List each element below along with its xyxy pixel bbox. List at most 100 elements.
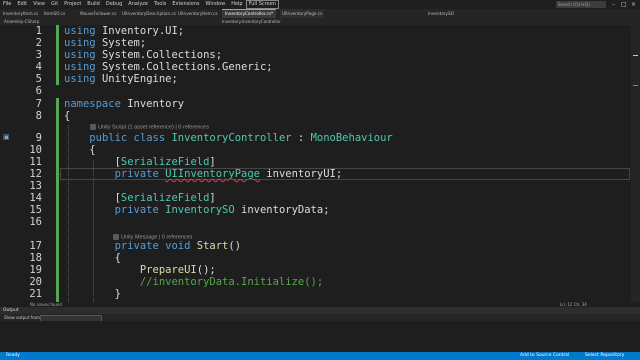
status-bar: Ready Add to Source Control Select Repos…	[0, 352, 640, 360]
code-line[interactable]: 13	[0, 180, 630, 192]
unity-icon	[90, 124, 96, 130]
vertical-scrollbar[interactable]	[631, 25, 640, 302]
code-token: ]	[209, 192, 216, 204]
code-line[interactable]: 7 namespace Inventory	[0, 98, 630, 110]
code-token: UnityEngine;	[101, 73, 178, 85]
tab-inventoryitem[interactable]: InventoryItem.cs	[3, 9, 38, 18]
search-input[interactable]: Search (Ctrl+Q)	[556, 1, 606, 8]
menu-build[interactable]: Build	[84, 0, 103, 9]
menu-project[interactable]: Project	[61, 0, 84, 9]
tab-uiinventorypage[interactable]: UIInventoryPage.cs	[280, 9, 325, 18]
code-text: private void Start()	[64, 240, 241, 252]
code-line[interactable]: 4 using System.Collections.Generic;	[0, 61, 630, 73]
code-line[interactable]: 10 {	[0, 144, 630, 156]
codelens-class[interactable]: Unity Script (1 asset reference) | 0 ref…	[90, 124, 209, 130]
code-line[interactable]: 6	[0, 85, 630, 97]
code-token: SerializeField	[120, 156, 210, 168]
code-line[interactable]: 8{	[0, 110, 630, 122]
code-token: UIInventoryPage	[165, 168, 260, 180]
code-text: }	[64, 288, 121, 300]
code-token: Inventory	[127, 98, 185, 110]
menu-view[interactable]: View	[30, 0, 48, 9]
menu-bar: File Edit View Git Project Build Debug A…	[0, 0, 640, 9]
menu-git[interactable]: Git	[48, 0, 61, 9]
line-number: 8	[35, 110, 42, 122]
code-line[interactable]: 12 private UIInventoryPage inventoryUI;	[0, 168, 630, 180]
menu-tools[interactable]: Tools	[151, 0, 169, 9]
code-text: public class InventoryController : MonoB…	[64, 132, 392, 144]
code-token: inventoryData;	[234, 204, 330, 216]
code-token: using	[64, 61, 102, 73]
code-token: using	[64, 25, 102, 37]
code-line[interactable]: 19 PrepareUI();	[0, 264, 630, 276]
output-body[interactable]	[0, 321, 640, 352]
code-token: System;	[101, 37, 147, 49]
menu-edit[interactable]: Edit	[14, 0, 30, 9]
code-line[interactable]: 18 {	[0, 252, 630, 264]
scroll-marker	[633, 55, 638, 56]
code-line[interactable]: 16	[0, 216, 630, 228]
line-number: 7	[35, 98, 42, 110]
line-number: 12	[29, 168, 42, 180]
code-token: }	[64, 288, 121, 300]
code-line[interactable]: 5 using UnityEngine;	[0, 73, 630, 85]
code-line[interactable]: 15 private InventorySO inventoryData;	[0, 204, 630, 216]
menu-window[interactable]: Window	[202, 0, 228, 9]
code-line[interactable]: 21 }	[0, 288, 630, 300]
code-line[interactable]: 11 [SerializeField]	[0, 156, 630, 168]
code-token: PrepareUI	[139, 264, 197, 276]
code-editor[interactable]: ▣ ◦ Unity Script (1 asset reference) | 0…	[0, 25, 630, 302]
project-dropdown[interactable]: Assembly-CSharp	[4, 18, 39, 25]
code-text: using System;	[64, 37, 146, 49]
minimize-icon[interactable]: –	[612, 0, 615, 9]
fullscreen-button[interactable]: Full Screen	[245, 0, 279, 9]
line-number: 3	[35, 49, 42, 61]
add-to-source-control-button[interactable]: Add to Source Control	[520, 352, 569, 360]
tab-inventorycontroller[interactable]: InventoryController.cs*	[222, 9, 277, 18]
tab-itemso[interactable]: ItemSO.cs	[44, 9, 65, 18]
menu-extensions[interactable]: Extensions	[169, 0, 202, 9]
line-number: 18	[29, 252, 42, 264]
code-text: namespace Inventory	[64, 98, 184, 110]
code-text: {	[64, 252, 121, 264]
code-token: {	[64, 144, 96, 156]
code-line[interactable]: 1 using Inventory.UI;	[0, 25, 630, 37]
code-line[interactable]: 14 [SerializeField]	[0, 192, 630, 204]
menu-analyze[interactable]: Analyze	[125, 0, 151, 9]
code-token: Inventory.UI;	[101, 25, 185, 37]
code-token: ();	[196, 264, 216, 276]
maximize-icon[interactable]: □	[621, 0, 627, 9]
line-number: 2	[35, 37, 42, 49]
code-token: private	[114, 204, 166, 216]
code-line[interactable]: 20 //inventoryData.Initialize();	[0, 276, 630, 288]
code-token: [	[64, 192, 121, 204]
code-line[interactable]: 17 private void Start()	[0, 240, 630, 252]
code-token: using	[64, 37, 102, 49]
code-line[interactable]: 2 using System;	[0, 37, 630, 49]
line-number: 10	[29, 144, 42, 156]
code-text: //inventoryData.Initialize();	[64, 276, 323, 288]
close-icon[interactable]: ×	[631, 0, 636, 9]
code-text: private UIInventoryPage inventoryUI;	[64, 168, 343, 180]
output-toolbar: Show output from:	[0, 314, 640, 322]
code-token: System.Collections;	[101, 49, 223, 61]
line-number: 19	[29, 264, 42, 276]
tab-mousefollower[interactable]: MouseFollower.cs	[80, 9, 116, 18]
tab-uiinventoryitem[interactable]: UIInventoryItem.cs	[178, 9, 218, 18]
select-repository-button[interactable]: Select Repository	[585, 352, 624, 360]
code-line[interactable]: 3 using System.Collections;	[0, 49, 630, 61]
menu-debug[interactable]: Debug	[103, 0, 125, 9]
menu-help[interactable]: Help	[228, 0, 245, 9]
scroll-marker	[633, 85, 638, 86]
class-dropdown[interactable]: Inventory.InventoryController	[222, 18, 281, 25]
tab-inventoryso[interactable]: InventorySO	[428, 9, 454, 18]
code-line[interactable]: 9 public class InventoryController : Mon…	[0, 132, 630, 144]
code-text: private InventorySO inventoryData;	[64, 204, 330, 216]
line-number: 21	[29, 288, 42, 300]
menu-file[interactable]: File	[0, 0, 14, 9]
tab-uiinventorydescription[interactable]: UIInventoryDescription.cs	[122, 9, 176, 18]
